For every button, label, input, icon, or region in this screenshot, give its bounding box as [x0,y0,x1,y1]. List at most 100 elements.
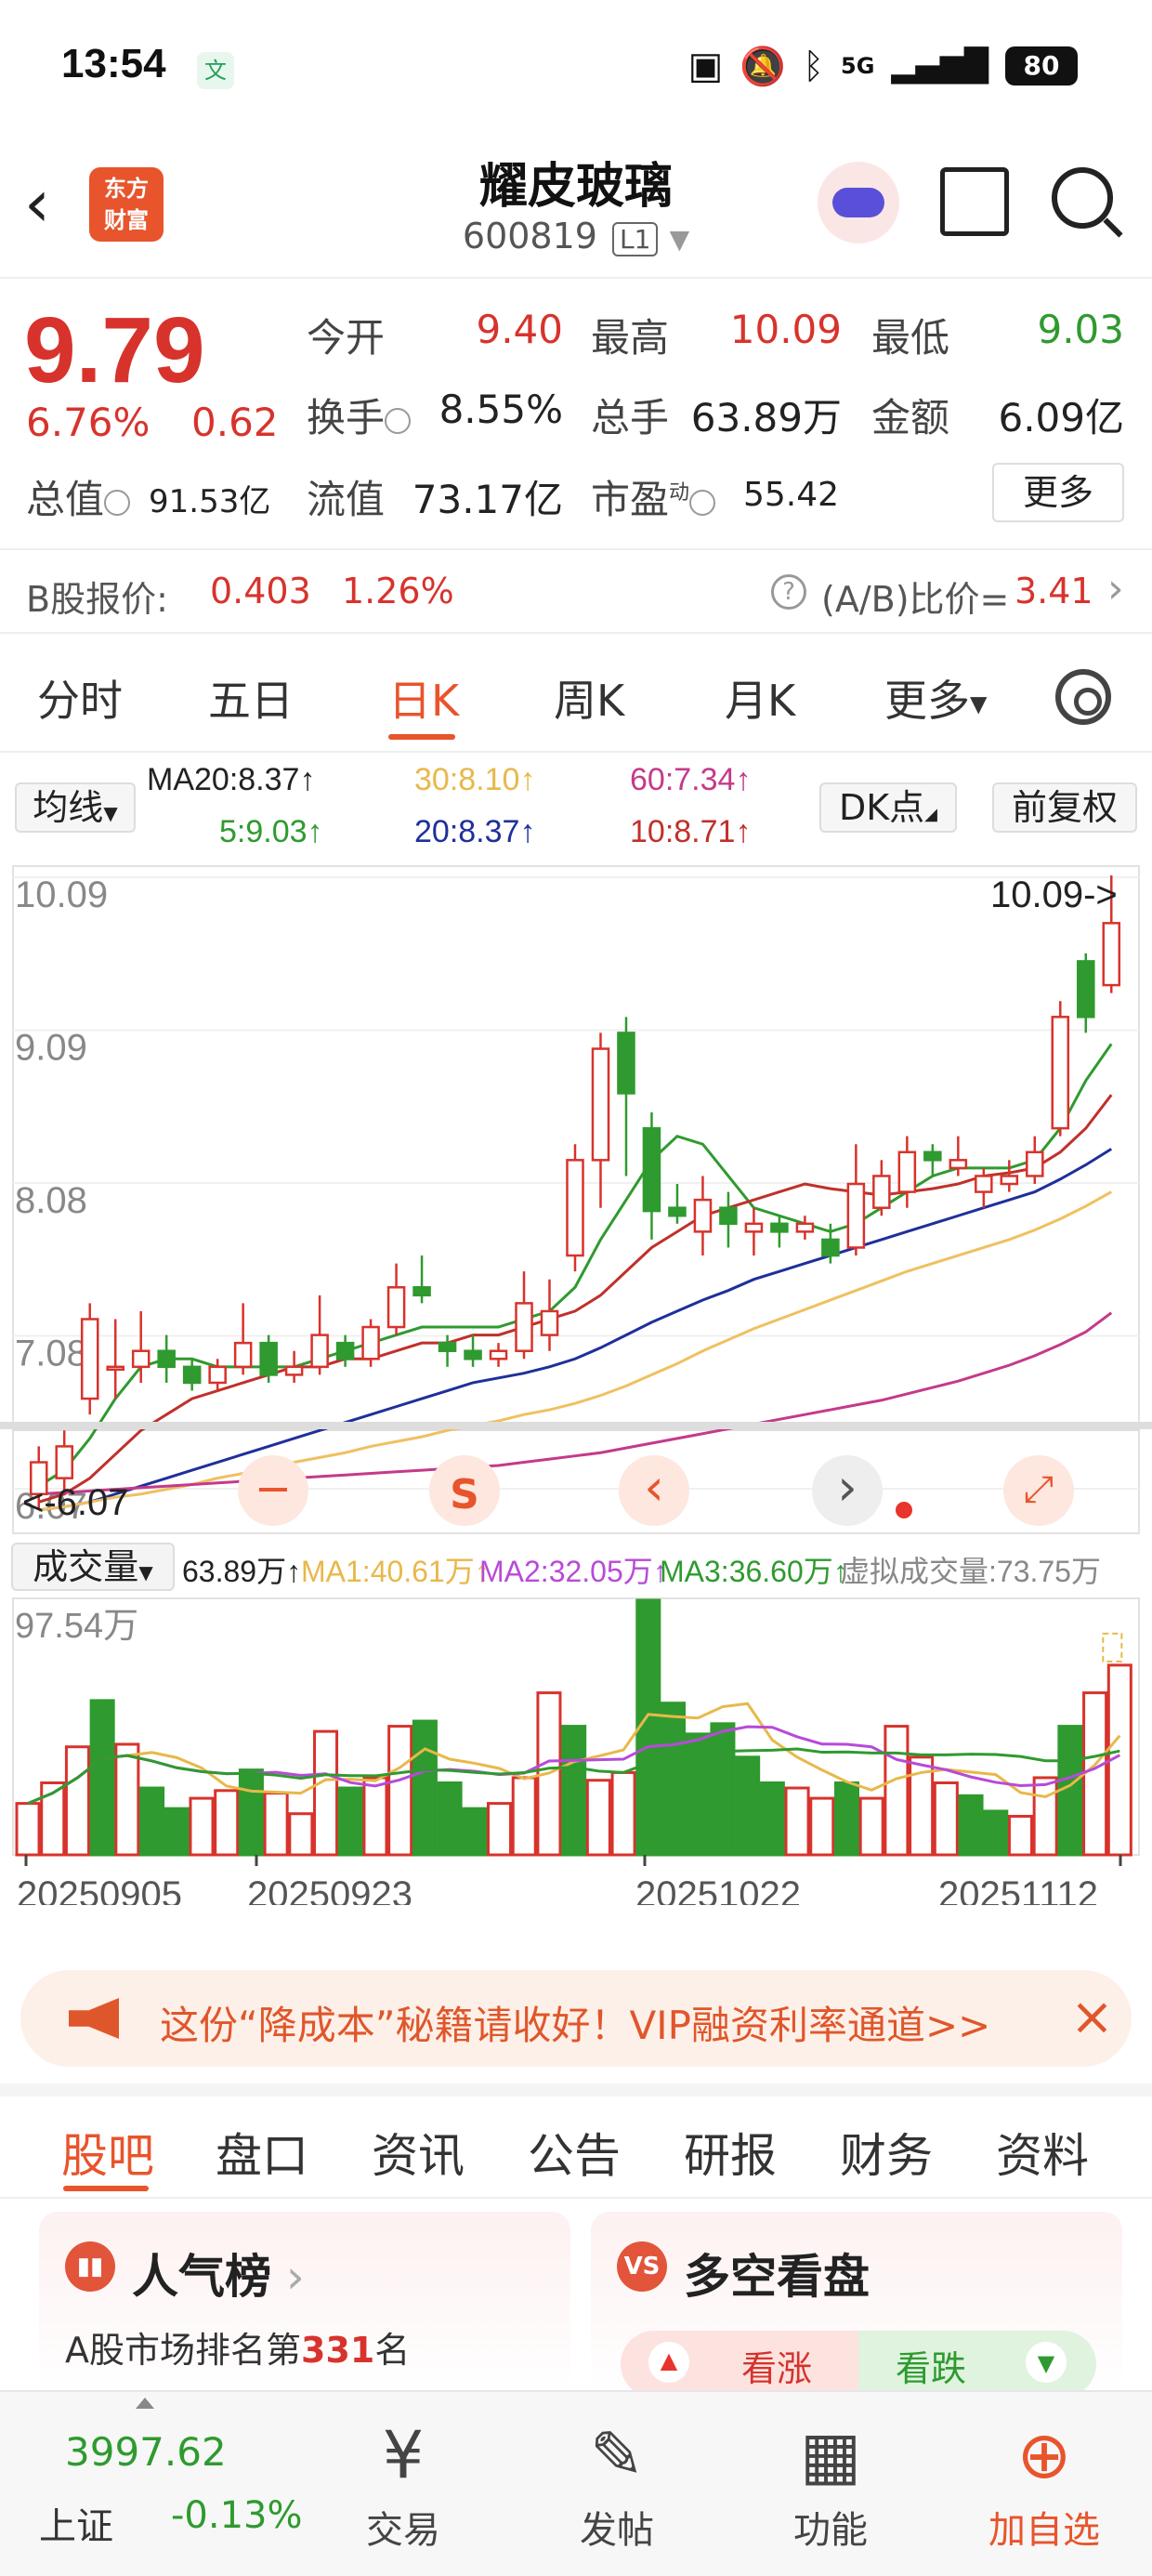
volume-bar [884,1725,910,1857]
bull-bear-card[interactable]: VS 多空看盘 ▲ 看涨 看跌 ▼ [591,2212,1122,2398]
y-axis-label: 10.09 [15,874,108,915]
arrow-up-icon: ▲ [648,2342,689,2383]
index-change[interactable]: -0.13% [171,2494,303,2537]
bullish-button[interactable]: ▲ 看涨 [621,2331,858,2398]
more-button[interactable]: 更多 [992,463,1124,522]
share-icon[interactable] [940,167,1009,236]
tab-research[interactable]: 研报 [684,2119,777,2186]
x-axis-label: 20250923 [247,1874,412,1905]
help-icon[interactable]: ? [771,574,806,610]
candle-body [642,1126,661,1213]
volume-indicator-select[interactable]: 成交量▼ [11,1543,175,1591]
candle-body [566,1159,584,1257]
search-icon[interactable] [1052,167,1113,229]
volume-bar [685,1732,711,1857]
stock-code: 600819 [462,216,597,256]
float-cap-value: 73.17亿 [412,477,563,522]
grid-apps-icon: ▦ [799,2417,862,2493]
candle-body [975,1175,993,1193]
signal-s-button[interactable]: S [429,1455,500,1526]
tab-order-book[interactable]: 盘口 [216,2119,308,2186]
prev-button[interactable]: ‹ [619,1455,689,1526]
index-value[interactable]: 3997.62 [65,2429,227,2475]
volume-bar [660,1702,687,1857]
level-badge: L1 [612,222,659,256]
caret-up-icon [136,2398,154,2409]
bearish-button[interactable]: 看跌 ▼ [858,2331,1096,2398]
tab-weekly-k[interactable]: 周K [554,667,624,729]
bluetooth-icon: ᛒ [803,46,824,86]
tab-five-day[interactable]: 五日 [208,667,294,729]
active-tab-indicator [388,734,455,740]
signal-bars-icon: ▂▄▆█ [891,47,988,85]
chart-toolbar-divider [0,1422,1152,1429]
volume-bar [263,1792,289,1857]
candle-body [795,1222,815,1233]
candle-body [106,1365,124,1372]
bearish-label: 看跌 [896,2348,967,2389]
close-icon[interactable]: × [1070,1987,1114,2047]
nav-post[interactable]: ✎ 发帖 [533,2411,700,2554]
index-name[interactable]: 上证 [39,2496,113,2550]
tab-daily-k[interactable]: 日K [388,667,459,729]
ma10-value: 10:8.71↑ [630,814,752,849]
nav-add-watchlist-label: 加自选 [988,2509,1100,2552]
popularity-card[interactable]: ▮▮ 人气榜 › A股市场排名第331名 [39,2212,570,2398]
min-price-annotation: <-6.07 [22,1482,129,1523]
volume-bar [462,1807,488,1857]
indicator-select[interactable]: 均线▼ [15,782,136,833]
next-button[interactable]: › [812,1455,883,1526]
tab-intraday[interactable]: 分时 [37,667,123,729]
expand-icon[interactable]: ⤢ [1003,1455,1074,1526]
market-cap-label: 总值 [26,468,131,525]
b-share-label: B股报价: [26,579,168,620]
volume-bar [1032,1776,1058,1857]
info-icon[interactable] [689,489,716,516]
info-icon[interactable] [385,407,412,434]
dk-point-select[interactable]: DK点◢ [819,782,957,833]
candle-body [259,1341,278,1376]
tab-forum[interactable]: 股吧 [61,2119,154,2186]
kline-chart[interactable]: 10.099.098.087.086.07 10.09-><-6.07 97.5… [0,855,1152,1905]
high-value: 10.09 [729,307,842,352]
tab-monthly-k[interactable]: 月K [725,667,795,729]
candle-body [872,1175,891,1209]
zoom-out-button[interactable]: − [238,1455,308,1526]
add-circle-icon: ⊕ [1016,2417,1072,2493]
nav-features[interactable]: ▦ 功能 [747,2411,914,2554]
ma20-summary: MA20:8.37↑ [147,762,316,797]
x-axis-label: 20250905 [17,1874,182,1905]
bar-chart-icon: ▮▮ [65,2241,115,2292]
tab-more[interactable]: 更多▼ [884,667,987,729]
adjustment-select[interactable]: 前复权 [992,782,1137,833]
nav-features-label: 功能 [793,2509,868,2552]
promo-banner[interactable]: 这份“降成本”秘籍请收好！VIP融资利率通道>> × [20,1970,1132,2067]
turnover-label: 换手 [307,387,412,443]
tab-profile[interactable]: 资料 [996,2119,1089,2186]
tab-news[interactable]: 资讯 [372,2119,465,2186]
ai-assistant-avatar[interactable] [818,162,899,243]
tab-financials[interactable]: 财务 [840,2119,933,2186]
stock-header: ‹ 东方 财富 耀皮玻璃 600819 L1 ▼ [0,139,1152,279]
candle-body [540,1309,559,1336]
volume-max-label: 97.54万 [15,1607,138,1646]
gear-icon[interactable] [1055,669,1111,725]
volume-bar [983,1809,1009,1857]
5g-signal-icon: 5G [841,53,875,79]
nav-add-watchlist[interactable]: ⊕ 加自选 [961,2411,1128,2554]
notification-dot [896,1502,912,1518]
high-label: 最高 [591,315,670,361]
info-icon[interactable] [104,489,131,516]
volume-bar [784,1786,810,1857]
translate-app-icon: 文 [197,52,234,89]
volume-bar [585,1779,611,1857]
tab-announcements[interactable]: 公告 [528,2119,621,2186]
candle-body [438,1341,457,1352]
nav-trade[interactable]: ¥ 交易 [320,2411,487,2554]
volume-bar [64,1745,90,1857]
chevron-right-icon[interactable]: › [1107,565,1124,612]
open-label: 今开 [307,315,386,361]
volume-bar [1057,1725,1083,1857]
volume-bar [337,1786,363,1857]
candle-body [182,1365,202,1385]
